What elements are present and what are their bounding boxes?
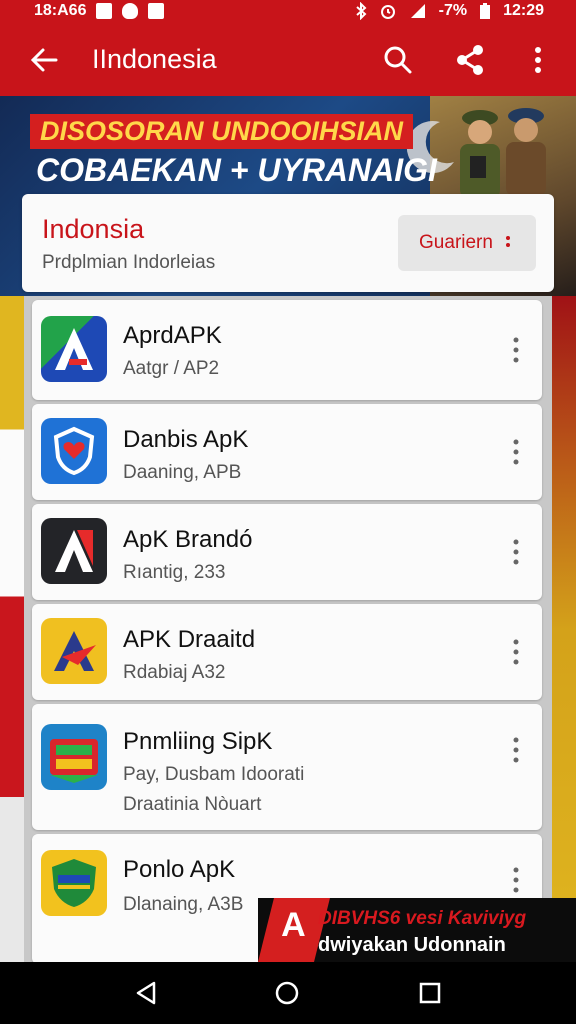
soldier-figure-2-icon [506,108,546,196]
app-name: Ponlo ApK [123,856,236,883]
background-flag-left [0,296,24,964]
more-vert-icon[interactable] [506,336,526,364]
more-vert-icon[interactable] [522,44,554,76]
signal-icon [410,4,425,18]
search-icon[interactable] [382,44,414,76]
app-name: AprdAPK [123,322,222,349]
ad-logo-letter: A [281,906,306,944]
back-triangle-icon[interactable] [132,979,160,1007]
list-item[interactable]: AprdAPK Aatgr / AP2 [32,300,542,400]
app-name: Danbis ApK [123,426,249,453]
app-meta-secondary: Draatinia Nòuart [123,794,262,815]
home-circle-icon[interactable] [273,979,301,1007]
app-name: ApK Brandó [123,526,253,553]
more-vert-icon[interactable] [506,736,526,764]
list-item[interactable]: APK Draaitd Rdabiaj A32 [32,604,542,700]
notification-icon [96,3,113,19]
list-item[interactable]: ApK Brandó Rıantig, 233 [32,504,542,600]
recents-square-icon[interactable] [416,979,444,1007]
status-time-right: 12:29 [503,2,544,19]
a-logo-icon [41,316,107,382]
back-arrow-icon[interactable] [28,44,60,76]
bluetooth-icon [355,2,367,20]
ad-headline: DIBVHS6 vesi Kaviviyg [318,908,527,929]
app-bar: IIndonesia [0,24,576,96]
section-title: Indonsia [42,214,145,244]
app-meta: Aatgr / AP2 [123,358,220,379]
section-subtitle: Prdplmian Indorleias [42,252,216,273]
more-vert-icon[interactable] [506,538,526,566]
header-action-button[interactable]: Guariern [398,215,536,271]
status-time-left: 18:A66 [34,2,87,19]
ad-banner[interactable]: A DIBVHS6 vesi Kaviviyg dwiyakan Udonnai… [258,898,576,962]
header-action-label: Guariern [419,232,493,253]
app-name: Pnmliing SipK [123,728,273,755]
app-meta: Pay, Dusbam Idoorati [123,764,305,785]
app-meta: Daaning, APB [123,462,242,483]
app-meta: Dlanaing, A3B [123,894,244,915]
mail-notification-icon [148,3,165,19]
app-name: APK Draaitd [123,626,256,653]
background-flag-right [552,296,576,964]
more-small-icon [505,236,510,247]
list-item[interactable]: Pnmliing SipK Pay, Dusbam Idoorati Draat… [32,704,542,830]
more-vert-icon[interactable] [506,866,526,894]
battery-percent: -7% [438,2,468,19]
more-vert-icon[interactable] [506,438,526,466]
more-vert-icon[interactable] [506,638,526,666]
system-nav-bar [0,962,576,1024]
header-card: Indonsia Prdplmian Indorleias Guariern [22,194,554,292]
colorful-badge-icon [41,724,107,790]
ad-subheadline: dwiyakan Udonnain [318,934,506,956]
status-bar: 18:A66 -7% 12:29 [0,0,576,24]
shield-notification-icon [122,3,139,19]
banner-headline: DISOSORAN UNDOOIHSIAN [30,114,414,149]
shield-heart-icon [41,418,107,484]
app-meta: Rdabiaj A32 [123,662,226,683]
banner-subheadline: COBAEKAN + UYRANAIGI [36,152,437,188]
a-star-icon [41,618,107,684]
page-title: IIndonesia [92,44,217,74]
alarm-icon [380,5,395,19]
green-shield-icon [41,850,107,916]
battery-icon [480,3,491,19]
a-logo-dark-icon [41,518,107,584]
share-icon[interactable] [454,44,486,76]
app-meta: Rıantig, 233 [123,562,226,583]
list-item[interactable]: Danbis ApK Daaning, APB [32,404,542,500]
